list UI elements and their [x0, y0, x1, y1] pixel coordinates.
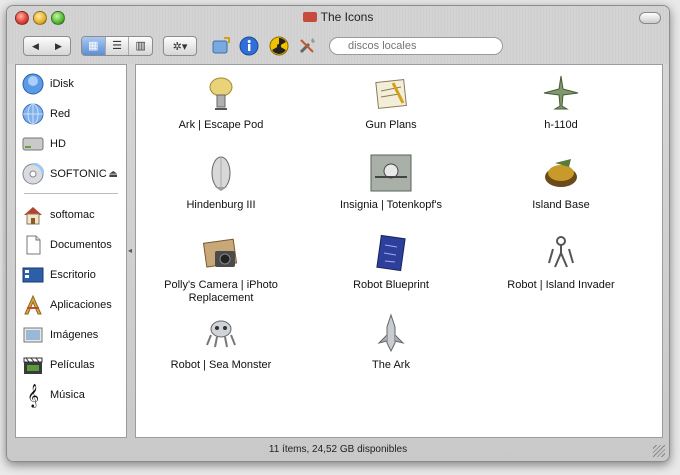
- file-label: Polly's Camera | iPhoto Replacement: [164, 279, 278, 304]
- action-menu-button[interactable]: ✲▾: [163, 36, 197, 56]
- cd-disk-icon: [22, 163, 44, 185]
- escape-pod-icon: [197, 71, 245, 115]
- view-mode-group: ▦ ☰ ▥: [81, 36, 153, 56]
- desktop-icon: [22, 264, 44, 286]
- file-label: Ark | Escape Pod: [178, 119, 264, 131]
- sidebar-item-label: SOFTONIC: [50, 168, 107, 180]
- eject-icon[interactable]: ⏏: [109, 169, 118, 180]
- file-item[interactable]: Hindenburg III: [136, 151, 306, 212]
- sidebar-item-label: Imágenes: [50, 329, 99, 341]
- file-item[interactable]: h-110d: [476, 71, 646, 132]
- sidebar-item-hd[interactable]: HD: [16, 129, 126, 159]
- sidebar: iDisk Red HD SOFTONIC ⏏ softomac Documen…: [15, 64, 127, 438]
- file-label: Hindenburg III: [186, 199, 256, 211]
- file-label: The Ark: [372, 359, 410, 371]
- sidebar-item-softonic[interactable]: SOFTONIC ⏏: [16, 159, 126, 189]
- file-label: Island Base: [532, 199, 590, 211]
- sidebar-resize-handle[interactable]: ◂: [128, 246, 132, 255]
- file-label: Robot Blueprint: [353, 279, 429, 291]
- sidebar-item-label: Películas: [50, 359, 95, 371]
- file-item[interactable]: Robot Blueprint: [306, 231, 476, 292]
- new-folder-icon[interactable]: [211, 36, 231, 56]
- icon-view-button[interactable]: ▦: [82, 37, 106, 55]
- robot-invader-icon: [537, 231, 585, 275]
- file-label: Gun Plans: [365, 119, 417, 131]
- island-base-icon: [537, 151, 585, 195]
- file-item[interactable]: Robot | Island Invader: [476, 231, 646, 292]
- tools-icon[interactable]: [297, 36, 317, 56]
- sidebar-item-label: iDisk: [50, 78, 74, 90]
- sidebar-item-escritorio[interactable]: Escritorio: [16, 260, 126, 290]
- sidebar-divider: [24, 193, 118, 194]
- documents-icon: [22, 234, 44, 256]
- file-item[interactable]: Ark | Escape Pod: [136, 71, 306, 132]
- network-icon: [22, 103, 44, 125]
- finder-window: The Icons ◀ ▶ ▦ ☰ ▥ ✲▾ ⚲▾ iDisk Red: [6, 5, 670, 462]
- file-item[interactable]: Insignia | Totenkopf's: [306, 151, 476, 212]
- file-icon-grid: Ark | Escape Pod Gun Plans h-110d Hinden…: [135, 64, 663, 438]
- file-label: Insignia | Totenkopf's: [340, 199, 442, 211]
- zeppelin-icon: [197, 151, 245, 195]
- blueprint-icon: [367, 231, 415, 275]
- sidebar-item-label: HD: [50, 138, 66, 150]
- folder-icon: [302, 12, 317, 22]
- file-label: Robot | Island Invader: [507, 279, 615, 291]
- file-item[interactable]: Robot | Sea Monster: [136, 311, 306, 372]
- sidebar-item-label: Red: [50, 108, 71, 120]
- file-label: h-110d: [544, 119, 578, 131]
- pictures-icon: [22, 324, 44, 346]
- file-item[interactable]: Island Base: [476, 151, 646, 212]
- gun-plans-icon: [367, 71, 415, 115]
- movies-icon: [22, 354, 44, 376]
- file-item[interactable]: Polly's Camera | iPhoto Replacement: [136, 231, 306, 305]
- resize-grip-icon[interactable]: [653, 445, 665, 457]
- idisk-icon: [22, 73, 44, 95]
- sidebar-item-label: Música: [50, 389, 85, 401]
- status-bar: 11 ítems, 24,52 GB disponibles: [268, 444, 408, 455]
- sidebar-item-label: Escritorio: [50, 269, 96, 281]
- camera-icon: [197, 231, 245, 275]
- column-view-button[interactable]: ▥: [129, 37, 152, 55]
- sidebar-item-label: Aplicaciones: [50, 299, 112, 311]
- burn-radiation-icon[interactable]: [269, 36, 289, 56]
- file-item[interactable]: The Ark: [306, 311, 476, 372]
- sidebar-item-label: Documentos: [50, 239, 112, 251]
- search-input[interactable]: [329, 37, 503, 55]
- file-item[interactable]: Gun Plans: [306, 71, 476, 132]
- applications-icon: [22, 294, 44, 316]
- harddisk-icon: [22, 133, 44, 155]
- sidebar-item-idisk[interactable]: iDisk: [16, 69, 126, 99]
- back-forward-group: ◀ ▶: [23, 36, 71, 56]
- list-view-button[interactable]: ☰: [106, 37, 130, 55]
- back-button[interactable]: ◀: [24, 41, 47, 52]
- music-icon: 𝄞: [27, 383, 39, 407]
- sidebar-item-softomac[interactable]: softomac: [16, 200, 126, 230]
- info-icon[interactable]: [239, 36, 259, 56]
- file-label: Robot | Sea Monster: [170, 359, 272, 371]
- sidebar-item-imagenes[interactable]: Imágenes: [16, 320, 126, 350]
- sidebar-item-peliculas[interactable]: Películas: [16, 350, 126, 380]
- forward-button[interactable]: ▶: [47, 41, 70, 52]
- sidebar-item-musica[interactable]: 𝄞 Música: [16, 380, 126, 410]
- toolbar-toggle-button[interactable]: [639, 12, 661, 24]
- airplane-icon: [537, 71, 585, 115]
- sidebar-item-red[interactable]: Red: [16, 99, 126, 129]
- home-icon: [22, 204, 44, 226]
- sidebar-item-label: softomac: [50, 209, 95, 221]
- window-title-text: The Icons: [320, 10, 374, 24]
- sidebar-item-aplicaciones[interactable]: Aplicaciones: [16, 290, 126, 320]
- ark-icon: [367, 311, 415, 355]
- insignia-icon: [367, 151, 415, 195]
- sidebar-item-documentos[interactable]: Documentos: [16, 230, 126, 260]
- sea-monster-icon: [197, 311, 245, 355]
- window-title: The Icons: [7, 10, 669, 24]
